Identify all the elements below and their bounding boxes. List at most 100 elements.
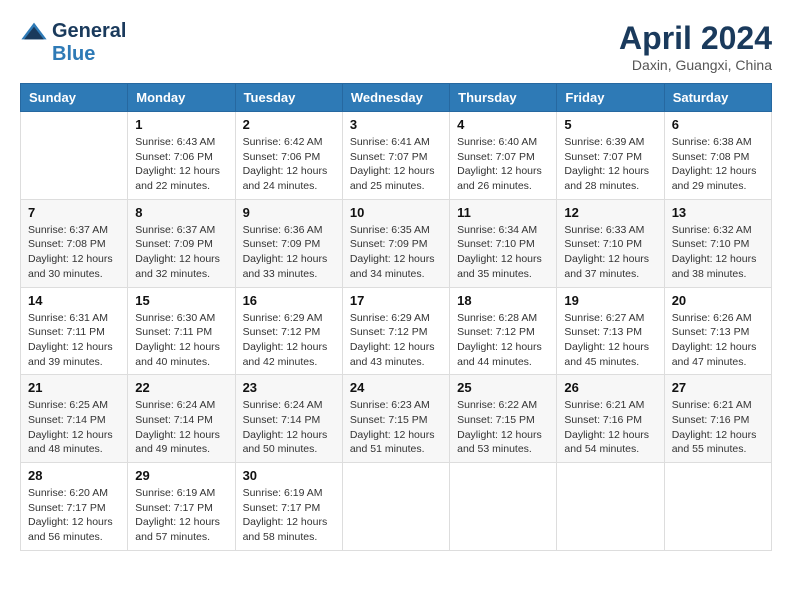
- title-area: April 2024 Daxin, Guangxi, China: [619, 20, 772, 73]
- day-number: 13: [672, 205, 764, 220]
- location: Daxin, Guangxi, China: [619, 57, 772, 73]
- day-number: 11: [457, 205, 549, 220]
- day-number: 21: [28, 380, 120, 395]
- day-info: Sunrise: 6:30 AMSunset: 7:11 PMDaylight:…: [135, 311, 227, 370]
- weekday-header-thursday: Thursday: [450, 84, 557, 112]
- day-info: Sunrise: 6:43 AMSunset: 7:06 PMDaylight:…: [135, 135, 227, 194]
- day-number: 8: [135, 205, 227, 220]
- day-number: 5: [564, 117, 656, 132]
- calendar-cell: 24Sunrise: 6:23 AMSunset: 7:15 PMDayligh…: [342, 375, 449, 463]
- day-info: Sunrise: 6:40 AMSunset: 7:07 PMDaylight:…: [457, 135, 549, 194]
- calendar-cell: 22 Sunrise: 6:24 AMSunset: 7:14 PMDayligh…: [128, 375, 235, 463]
- calendar-cell: 16 Sunrise: 6:29 AMSunset: 7:12 PMDayligh…: [235, 287, 342, 375]
- calendar-cell: 14Sunrise: 6:31 AMSunset: 7:11 PMDayligh…: [21, 287, 128, 375]
- calendar-cell: 5 Sunrise: 6:39 AMSunset: 7:07 PMDaylight…: [557, 112, 664, 200]
- calendar-cell: 9 Sunrise: 6:36 AMSunset: 7:09 PMDaylight…: [235, 199, 342, 287]
- calendar-cell: 28 Sunrise: 6:20 AMSunset: 7:17 PMDayligh…: [21, 463, 128, 551]
- calendar-cell: 2 Sunrise: 6:42 AMSunset: 7:06 PMDaylight…: [235, 112, 342, 200]
- weekday-header-tuesday: Tuesday: [235, 84, 342, 112]
- day-number: 18: [457, 293, 549, 308]
- calendar-cell: [450, 463, 557, 551]
- day-info: Sunrise: 6:24 AMSunset: 7:14 PMDaylight:…: [243, 398, 335, 457]
- calendar-cell: 13 Sunrise: 6:32 AMSunset: 7:10 PMDayligh…: [664, 199, 771, 287]
- calendar-cell: 8 Sunrise: 6:37 AMSunset: 7:09 PMDaylight…: [128, 199, 235, 287]
- week-row-3: 14Sunrise: 6:31 AMSunset: 7:11 PMDayligh…: [21, 287, 772, 375]
- weekday-header-saturday: Saturday: [664, 84, 771, 112]
- day-info: Sunrise: 6:25 AMSunset: 7:14 PMDaylight:…: [28, 398, 120, 457]
- calendar-cell: [664, 463, 771, 551]
- calendar-cell: 15 Sunrise: 6:30 AMSunset: 7:11 PMDayligh…: [128, 287, 235, 375]
- calendar-cell: 11 Sunrise: 6:34 AMSunset: 7:10 PMDayligh…: [450, 199, 557, 287]
- month-title: April 2024: [619, 20, 772, 57]
- day-number: 15: [135, 293, 227, 308]
- day-number: 7: [28, 205, 120, 220]
- day-info: Sunrise: 6:33 AMSunset: 7:10 PMDaylight:…: [564, 223, 656, 282]
- day-info: Sunrise: 6:24 AMSunset: 7:14 PMDaylight:…: [135, 398, 227, 457]
- logo: General Blue: [20, 20, 126, 66]
- logo-general-text: General: [52, 20, 126, 43]
- day-number: 2: [243, 117, 335, 132]
- calendar-cell: 1 Sunrise: 6:43 AMSunset: 7:06 PMDaylight…: [128, 112, 235, 200]
- weekday-header-monday: Monday: [128, 84, 235, 112]
- day-info: Sunrise: 6:29 AMSunset: 7:12 PMDaylight:…: [243, 311, 335, 370]
- weekday-header-wednesday: Wednesday: [342, 84, 449, 112]
- day-info: Sunrise: 6:34 AMSunset: 7:10 PMDaylight:…: [457, 223, 549, 282]
- day-number: 6: [672, 117, 764, 132]
- day-info: Sunrise: 6:20 AMSunset: 7:17 PMDaylight:…: [28, 486, 120, 545]
- day-number: 1: [135, 117, 227, 132]
- day-info: Sunrise: 6:21 AMSunset: 7:16 PMDaylight:…: [564, 398, 656, 457]
- day-info: Sunrise: 6:19 AMSunset: 7:17 PMDaylight:…: [243, 486, 335, 545]
- calendar-table: SundayMondayTuesdayWednesdayThursdayFrid…: [20, 83, 772, 551]
- day-info: Sunrise: 6:35 AMSunset: 7:09 PMDaylight:…: [350, 223, 442, 282]
- day-number: 30: [243, 468, 335, 483]
- week-row-1: 1 Sunrise: 6:43 AMSunset: 7:06 PMDaylight…: [21, 112, 772, 200]
- calendar-cell: 4 Sunrise: 6:40 AMSunset: 7:07 PMDaylight…: [450, 112, 557, 200]
- day-info: Sunrise: 6:32 AMSunset: 7:10 PMDaylight:…: [672, 223, 764, 282]
- calendar-cell: 27 Sunrise: 6:21 AMSunset: 7:16 PMDayligh…: [664, 375, 771, 463]
- calendar-cell: 23Sunrise: 6:24 AMSunset: 7:14 PMDayligh…: [235, 375, 342, 463]
- day-info: Sunrise: 6:38 AMSunset: 7:08 PMDaylight:…: [672, 135, 764, 194]
- calendar-cell: [342, 463, 449, 551]
- page-header: General Blue April 2024 Daxin, Guangxi, …: [20, 20, 772, 73]
- day-info: Sunrise: 6:23 AMSunset: 7:15 PMDaylight:…: [350, 398, 442, 457]
- day-info: Sunrise: 6:29 AMSunset: 7:12 PMDaylight:…: [350, 311, 442, 370]
- calendar-cell: 18 Sunrise: 6:28 AMSunset: 7:12 PMDayligh…: [450, 287, 557, 375]
- calendar-cell: 26 Sunrise: 6:21 AMSunset: 7:16 PMDayligh…: [557, 375, 664, 463]
- weekday-header-row: SundayMondayTuesdayWednesdayThursdayFrid…: [21, 84, 772, 112]
- day-number: 9: [243, 205, 335, 220]
- day-number: 22: [135, 380, 227, 395]
- calendar-cell: 6 Sunrise: 6:38 AMSunset: 7:08 PMDaylight…: [664, 112, 771, 200]
- calendar-cell: 12Sunrise: 6:33 AMSunset: 7:10 PMDayligh…: [557, 199, 664, 287]
- day-info: Sunrise: 6:36 AMSunset: 7:09 PMDaylight:…: [243, 223, 335, 282]
- day-info: Sunrise: 6:39 AMSunset: 7:07 PMDaylight:…: [564, 135, 656, 194]
- calendar-cell: 21 Sunrise: 6:25 AMSunset: 7:14 PMDayligh…: [21, 375, 128, 463]
- calendar-cell: 3 Sunrise: 6:41 AMSunset: 7:07 PMDaylight…: [342, 112, 449, 200]
- calendar-cell: [21, 112, 128, 200]
- day-info: Sunrise: 6:21 AMSunset: 7:16 PMDaylight:…: [672, 398, 764, 457]
- day-info: Sunrise: 6:37 AMSunset: 7:08 PMDaylight:…: [28, 223, 120, 282]
- calendar-cell: 29Sunrise: 6:19 AMSunset: 7:17 PMDayligh…: [128, 463, 235, 551]
- day-number: 28: [28, 468, 120, 483]
- calendar-cell: 17Sunrise: 6:29 AMSunset: 7:12 PMDayligh…: [342, 287, 449, 375]
- day-number: 20: [672, 293, 764, 308]
- day-number: 25: [457, 380, 549, 395]
- day-info: Sunrise: 6:41 AMSunset: 7:07 PMDaylight:…: [350, 135, 442, 194]
- day-number: 4: [457, 117, 549, 132]
- day-number: 16: [243, 293, 335, 308]
- calendar-cell: [557, 463, 664, 551]
- day-info: Sunrise: 6:19 AMSunset: 7:17 PMDaylight:…: [135, 486, 227, 545]
- day-number: 3: [350, 117, 442, 132]
- calendar-cell: 20Sunrise: 6:26 AMSunset: 7:13 PMDayligh…: [664, 287, 771, 375]
- calendar-cell: 10Sunrise: 6:35 AMSunset: 7:09 PMDayligh…: [342, 199, 449, 287]
- logo-icon: [20, 21, 48, 41]
- day-info: Sunrise: 6:28 AMSunset: 7:12 PMDaylight:…: [457, 311, 549, 370]
- day-info: Sunrise: 6:37 AMSunset: 7:09 PMDaylight:…: [135, 223, 227, 282]
- day-number: 19: [564, 293, 656, 308]
- day-number: 27: [672, 380, 764, 395]
- day-info: Sunrise: 6:22 AMSunset: 7:15 PMDaylight:…: [457, 398, 549, 457]
- day-info: Sunrise: 6:42 AMSunset: 7:06 PMDaylight:…: [243, 135, 335, 194]
- weekday-header-sunday: Sunday: [21, 84, 128, 112]
- calendar-cell: 7 Sunrise: 6:37 AMSunset: 7:08 PMDaylight…: [21, 199, 128, 287]
- day-number: 26: [564, 380, 656, 395]
- logo-blue-text: Blue: [52, 43, 95, 66]
